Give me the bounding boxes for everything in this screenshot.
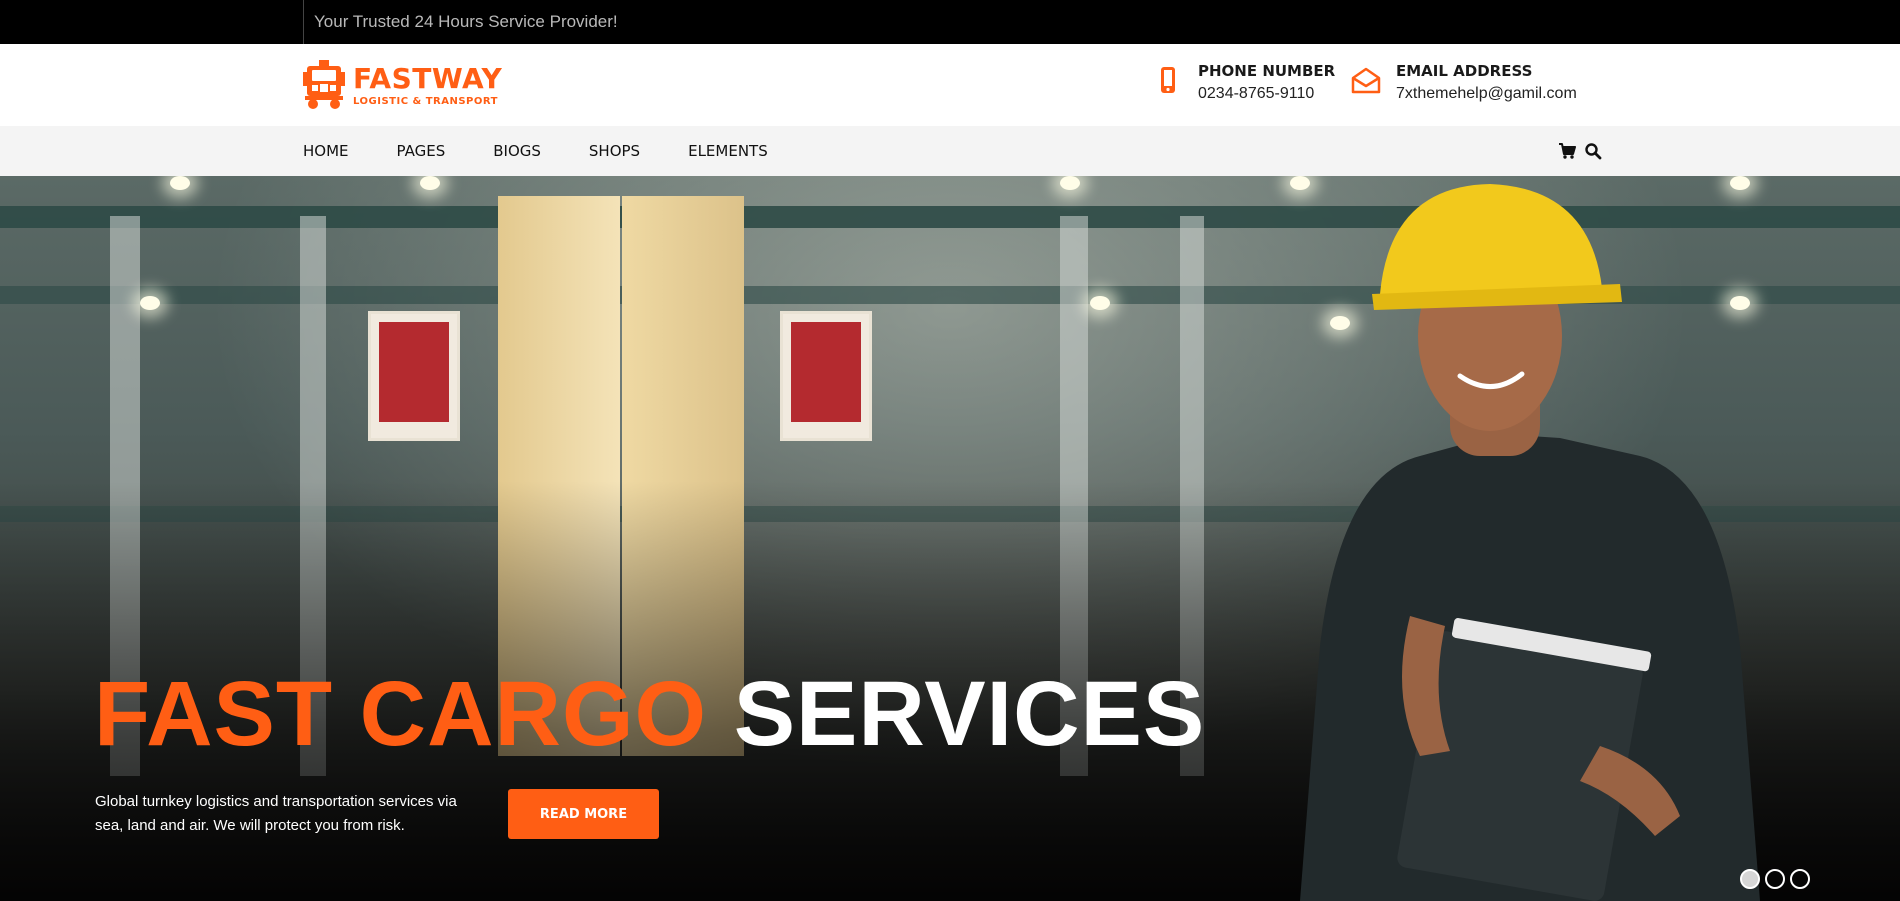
tagline: Your Trusted 24 Hours Service Provider! bbox=[314, 12, 618, 31]
top-bar: Your Trusted 24 Hours Service Provider! bbox=[0, 0, 1900, 44]
brand-text: FASTWAY LOGISTIC & TRANSPORT bbox=[353, 61, 503, 107]
hero-title: FAST CARGO SERVICES bbox=[94, 664, 1205, 764]
main-nav: HOME PAGES BIOGS SHOPS ELEMENTS bbox=[0, 126, 1900, 176]
nav-item-biogs[interactable]: BIOGS bbox=[493, 142, 541, 160]
site-header: FASTWAY LOGISTIC & TRANSPORT PHONE NUMBE… bbox=[0, 44, 1900, 126]
top-bar-inner: Your Trusted 24 Hours Service Provider! bbox=[303, 0, 618, 44]
ceiling-light bbox=[1060, 176, 1080, 190]
mobile-phone-icon bbox=[1152, 66, 1184, 98]
email-label: EMAIL ADDRESS bbox=[1396, 62, 1533, 80]
fire-extinguisher-sign bbox=[368, 311, 460, 441]
cart-icon[interactable] bbox=[1558, 142, 1576, 160]
nav-item-shops[interactable]: SHOPS bbox=[589, 142, 640, 160]
ceiling-light bbox=[420, 176, 440, 190]
nav-item-elements[interactable]: ELEMENTS bbox=[688, 142, 768, 160]
brand-subtitle: LOGISTIC & TRANSPORT bbox=[353, 95, 498, 107]
slider-dot-1[interactable] bbox=[1740, 869, 1760, 889]
brand-logo[interactable]: FASTWAY LOGISTIC & TRANSPORT bbox=[303, 60, 502, 110]
search-icon[interactable] bbox=[1584, 142, 1602, 160]
ceiling-light bbox=[170, 176, 190, 190]
hero-title-highlight: FAST CARGO bbox=[94, 663, 708, 765]
ceiling-light bbox=[140, 296, 160, 310]
read-more-button[interactable]: READ MORE bbox=[508, 789, 659, 839]
fire-extinguisher-sign bbox=[780, 311, 872, 441]
contact-phone-text: PHONE NUMBER 0234-8765-9110 bbox=[1198, 62, 1335, 105]
hero-slider: FAST CARGO SERVICES Global turnkey logis… bbox=[0, 176, 1900, 901]
brand-name: FASTWAY bbox=[353, 61, 503, 95]
nav-tools bbox=[1558, 142, 1602, 160]
nav-item-home[interactable]: HOME bbox=[303, 142, 349, 160]
truck-icon bbox=[303, 60, 345, 109]
contact-email-text: EMAIL ADDRESS 7xthemehelp@gamil.com bbox=[1396, 62, 1577, 105]
worker-image bbox=[1300, 184, 1760, 901]
slider-dots bbox=[1740, 869, 1810, 889]
contact-phone: PHONE NUMBER 0234-8765-9110 bbox=[1152, 62, 1335, 105]
email-value[interactable]: 7xthemehelp@gamil.com bbox=[1396, 83, 1577, 105]
nav-menu: HOME PAGES BIOGS SHOPS ELEMENTS bbox=[303, 126, 816, 176]
slider-dot-3[interactable] bbox=[1790, 869, 1810, 889]
envelope-open-icon bbox=[1350, 66, 1382, 98]
hero-description: Global turnkey logistics and transportat… bbox=[95, 793, 457, 834]
contact-email: EMAIL ADDRESS 7xthemehelp@gamil.com bbox=[1350, 62, 1577, 105]
slider-dot-2[interactable] bbox=[1765, 869, 1785, 889]
hero-title-main: SERVICES bbox=[733, 663, 1206, 765]
nav-item-pages[interactable]: PAGES bbox=[397, 142, 446, 160]
phone-value[interactable]: 0234-8765-9110 bbox=[1198, 83, 1335, 105]
ceiling-light bbox=[1090, 296, 1110, 310]
phone-label: PHONE NUMBER bbox=[1198, 62, 1336, 80]
